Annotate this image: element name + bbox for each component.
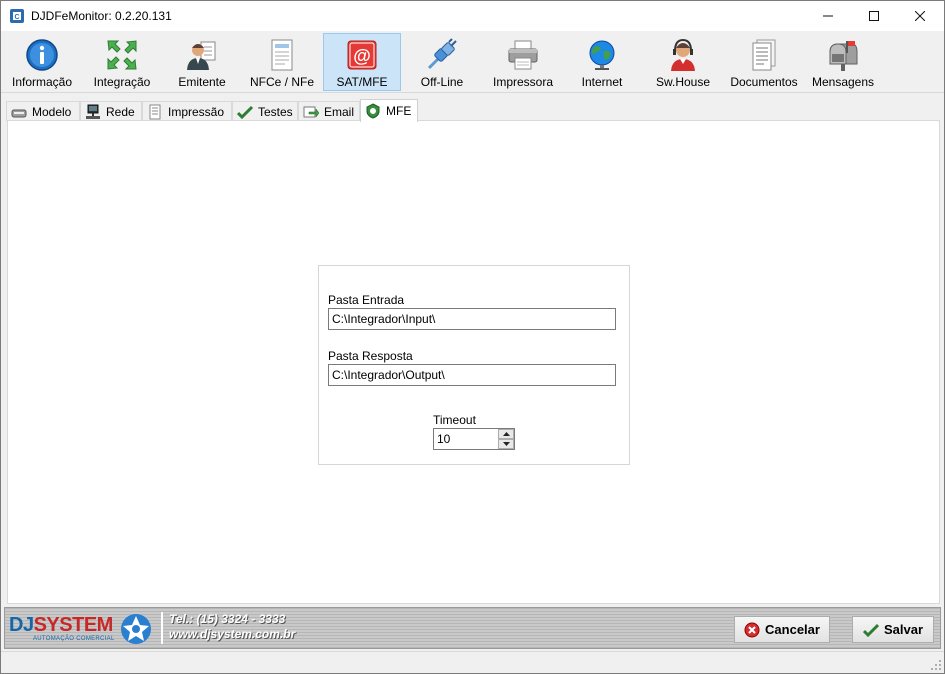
close-icon bbox=[915, 11, 925, 21]
network-icon bbox=[86, 104, 100, 119]
timeout-spinner bbox=[433, 428, 515, 450]
tab-modelo[interactable]: Modelo bbox=[6, 101, 80, 121]
tool-mensagens[interactable]: Mensagens bbox=[807, 33, 879, 91]
documents-icon bbox=[752, 39, 776, 71]
tool-integracao[interactable]: Integração bbox=[85, 33, 159, 91]
tool-informacao[interactable]: Informação bbox=[5, 33, 79, 91]
email-arrow-icon bbox=[303, 106, 319, 118]
mailbox-icon bbox=[829, 41, 858, 71]
tab-label: Rede bbox=[106, 104, 135, 119]
contact-info: Tel.: (15) 3324 - 3333 www.djsystem.com.… bbox=[169, 612, 295, 642]
minimize-button[interactable] bbox=[805, 1, 851, 31]
output-folder-label: Pasta Resposta bbox=[328, 349, 413, 363]
headset-person-icon bbox=[671, 38, 695, 71]
save-button[interactable]: Salvar bbox=[852, 616, 934, 643]
tool-label: Integração bbox=[93, 75, 151, 89]
tab-label: Impressão bbox=[168, 104, 225, 119]
tab-email[interactable]: Email bbox=[298, 101, 360, 121]
main-toolbar: Informação Integração Emitente NFCe / NF… bbox=[1, 31, 944, 93]
tool-label: Off-Line bbox=[420, 75, 464, 89]
website-text: www.djsystem.com.br bbox=[169, 627, 296, 641]
tool-emitente[interactable]: Emitente bbox=[165, 33, 239, 91]
tool-nfce-nfe[interactable]: NFCe / NFe bbox=[245, 33, 319, 91]
tab-label: Testes bbox=[258, 104, 293, 119]
tool-off-line[interactable]: Off-Line bbox=[405, 33, 479, 91]
cancel-button[interactable]: Cancelar bbox=[734, 616, 830, 643]
input-folder-label: Pasta Entrada bbox=[328, 293, 405, 307]
mfe-settings-group: Pasta Entrada Pasta Resposta Timeout bbox=[318, 265, 630, 465]
brand-system-text: SYSTEM bbox=[33, 614, 114, 636]
resize-grip-icon[interactable] bbox=[930, 659, 942, 671]
tab-label: Email bbox=[324, 104, 355, 119]
app-window: C DJDFeMonitor: 0.2.20.131 Informação In… bbox=[0, 0, 945, 674]
cancel-icon bbox=[744, 622, 760, 637]
printer-icon bbox=[508, 40, 538, 70]
tab-label: Modelo bbox=[32, 104, 72, 119]
info-icon bbox=[26, 39, 58, 71]
brand-name: DJSYSTEM bbox=[9, 614, 113, 637]
tool-documentos[interactable]: Documentos bbox=[725, 33, 803, 91]
timeout-decrement-button[interactable] bbox=[498, 439, 514, 449]
tab-mfe[interactable]: MFE bbox=[360, 99, 418, 122]
tool-label: Emitente bbox=[178, 75, 226, 89]
arrow-up-icon bbox=[502, 432, 510, 436]
tool-label: Internet bbox=[581, 75, 623, 89]
footer-divider bbox=[161, 612, 163, 644]
person-icon bbox=[187, 41, 216, 70]
checkmark-icon bbox=[862, 623, 879, 637]
tool-label: NFCe / NFe bbox=[249, 75, 314, 89]
brand-dj-text: DJ bbox=[9, 614, 34, 636]
mfe-tab-panel: Pasta Entrada Pasta Resposta Timeout bbox=[7, 120, 940, 604]
settings-tabs: Modelo Rede Impressão Testes Email MFE bbox=[6, 99, 942, 122]
tool-label: Sw.House bbox=[655, 75, 711, 89]
brand-subtitle: AUTOMAÇÃO COMERCIAL bbox=[33, 636, 115, 642]
minimize-icon bbox=[823, 15, 833, 17]
tool-sw-house[interactable]: Sw.House bbox=[645, 33, 721, 91]
tool-label: Informação bbox=[11, 75, 73, 89]
window-title: DJDFeMonitor: 0.2.20.131 bbox=[31, 9, 172, 23]
tool-label: Impressora bbox=[492, 75, 554, 89]
output-folder-field[interactable] bbox=[328, 364, 616, 386]
tool-label: Documentos bbox=[730, 75, 798, 89]
tool-label: SAT/MFE bbox=[336, 75, 388, 89]
device-icon bbox=[11, 109, 27, 117]
tool-sat-mfe[interactable]: @ SAT/MFE bbox=[323, 33, 401, 91]
mfe-icon bbox=[366, 103, 380, 119]
cancel-label: Cancelar bbox=[765, 622, 820, 637]
svg-text:C: C bbox=[14, 14, 19, 21]
timeout-input[interactable] bbox=[434, 429, 496, 449]
svg-text:@: @ bbox=[353, 46, 371, 66]
document-icon bbox=[271, 39, 293, 71]
maximize-button[interactable] bbox=[851, 1, 897, 31]
tool-impressora[interactable]: Impressora bbox=[485, 33, 561, 91]
phone-text: Tel.: (15) 3324 - 3333 bbox=[169, 612, 286, 626]
tab-impressao[interactable]: Impressão bbox=[142, 101, 232, 121]
star-logo-icon bbox=[121, 614, 151, 644]
globe-icon bbox=[589, 40, 615, 70]
status-bar bbox=[1, 651, 944, 673]
at-sign-icon: @ bbox=[347, 40, 377, 70]
arrow-down-icon bbox=[502, 442, 510, 446]
checkmark-icon bbox=[237, 105, 253, 119]
footer-bar: DJSYSTEM AUTOMAÇÃO COMERCIAL Tel.: (15) … bbox=[4, 607, 941, 649]
title-bar: C DJDFeMonitor: 0.2.20.131 bbox=[1, 1, 944, 31]
app-logo-icon: C bbox=[10, 9, 24, 23]
maximize-icon bbox=[869, 11, 879, 21]
print-page-icon bbox=[149, 104, 161, 119]
timeout-label: Timeout bbox=[433, 413, 476, 427]
brand-logo: DJSYSTEM AUTOMAÇÃO COMERCIAL bbox=[7, 610, 157, 646]
tab-testes[interactable]: Testes bbox=[232, 101, 298, 121]
integration-arrows-icon bbox=[107, 40, 137, 70]
save-label: Salvar bbox=[883, 622, 924, 637]
tool-internet[interactable]: Internet bbox=[565, 33, 639, 91]
tab-label: MFE bbox=[386, 104, 412, 118]
tab-rede[interactable]: Rede bbox=[80, 101, 142, 121]
timeout-increment-button[interactable] bbox=[498, 429, 514, 439]
tool-label: Mensagens bbox=[811, 75, 875, 89]
plug-icon bbox=[427, 38, 457, 70]
close-button[interactable] bbox=[897, 1, 943, 31]
input-folder-field[interactable] bbox=[328, 308, 616, 330]
